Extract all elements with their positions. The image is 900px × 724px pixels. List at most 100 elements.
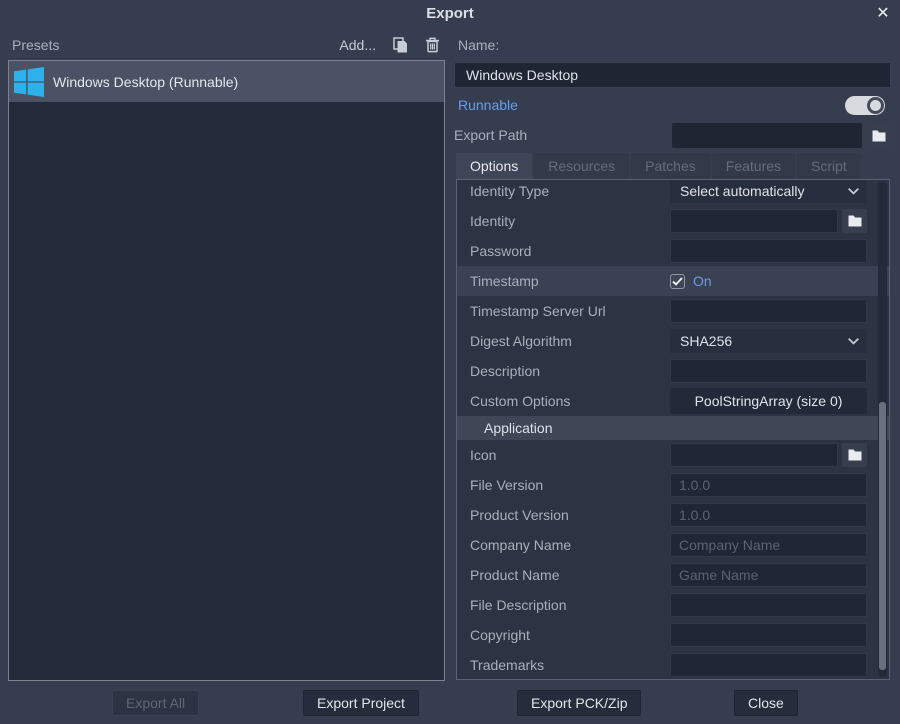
option-row-copyright: Copyright <box>457 620 889 650</box>
option-label: Digest Algorithm <box>470 333 670 349</box>
dialog-title: Export <box>426 0 474 27</box>
option-label: Identity Type <box>470 183 670 199</box>
option-control: Game Name <box>670 563 867 587</box>
option-row-file-version: File Version1.0.0 <box>457 470 889 500</box>
option-control: Select automatically <box>670 179 867 203</box>
runnable-toggle[interactable] <box>845 96 885 115</box>
export-pck-zip-button[interactable]: Export PCK/Zip <box>517 690 641 716</box>
folder-icon <box>848 215 862 227</box>
option-row-company-name: Company NameCompany Name <box>457 530 889 560</box>
option-control: 1.0.0 <box>670 473 867 497</box>
tab-bar: OptionsResourcesPatchesFeaturesScript <box>456 153 861 179</box>
trademarks-input[interactable] <box>670 653 867 677</box>
name-input[interactable]: Windows Desktop <box>454 62 891 88</box>
identity-type-dropdown[interactable]: Select automatically <box>670 179 867 203</box>
company-name-input[interactable]: Company Name <box>670 533 867 557</box>
option-control: PoolStringArray (size 0) <box>670 388 867 414</box>
checkbox-state-label: On <box>693 273 712 289</box>
option-control: On <box>670 273 867 289</box>
export-path-label: Export Path <box>454 127 527 143</box>
password-input[interactable] <box>670 239 867 263</box>
option-row-identity: Identity <box>457 206 889 236</box>
file-version-input[interactable]: 1.0.0 <box>670 473 867 497</box>
folder-icon <box>848 449 862 461</box>
option-control <box>670 299 867 323</box>
tab-features[interactable]: Features <box>712 153 795 179</box>
option-control <box>670 239 867 263</box>
presets-actions: Add... <box>339 37 440 53</box>
presets-list: Windows Desktop (Runnable) <box>8 60 445 681</box>
add-preset-button[interactable]: Add... <box>339 37 376 53</box>
option-label: File Description <box>470 597 670 613</box>
option-label: Password <box>470 243 670 259</box>
tab-script[interactable]: Script <box>797 153 861 179</box>
custom-options-button[interactable]: PoolStringArray (size 0) <box>670 388 867 414</box>
export-path-input[interactable] <box>672 123 862 148</box>
option-row-digest-algorithm: Digest Algorithm SHA256 <box>457 326 889 356</box>
option-control <box>670 359 867 383</box>
titlebar: Export ✕ <box>0 0 900 28</box>
options-panel: Identity Type Select automatically Identit… <box>456 179 890 680</box>
option-label: Description <box>470 363 670 379</box>
copyright-input[interactable] <box>670 623 867 647</box>
export-project-button[interactable]: Export Project <box>303 690 419 716</box>
product-name-input[interactable]: Game Name <box>670 563 867 587</box>
presets-label: Presets <box>12 37 59 53</box>
tab-options[interactable]: Options <box>456 153 532 179</box>
option-label: Timestamp Server Url <box>470 303 670 319</box>
tab-resources[interactable]: Resources <box>534 153 629 179</box>
timestamp-server-url-input[interactable] <box>670 299 867 323</box>
chevron-down-icon <box>848 188 859 195</box>
file-description-input[interactable] <box>670 593 867 617</box>
option-control: SHA256 <box>670 329 867 353</box>
option-row-description: Description <box>457 356 889 386</box>
option-label: File Version <box>470 477 670 493</box>
preset-item-label: Windows Desktop (Runnable) <box>53 74 238 90</box>
export-dialog: Export ✕ Presets Add... Windows Desktop … <box>0 0 900 724</box>
option-row-product-version: Product Version1.0.0 <box>457 500 889 530</box>
product-version-input[interactable]: 1.0.0 <box>670 503 867 527</box>
option-row-timestamp: Timestamp On <box>457 266 889 296</box>
presets-header: Presets Add... <box>12 34 440 56</box>
section-application: Application <box>457 416 889 440</box>
option-control: 1.0.0 <box>670 503 867 527</box>
option-row-product-name: Product NameGame Name <box>457 560 889 590</box>
close-icon[interactable]: ✕ <box>872 0 894 27</box>
toggle-knob <box>867 97 884 114</box>
preset-item-windows-desktop-runnable[interactable]: Windows Desktop (Runnable) <box>9 61 444 102</box>
tab-patches[interactable]: Patches <box>631 153 710 179</box>
option-label: Custom Options <box>470 393 670 409</box>
duplicate-preset-icon[interactable] <box>393 37 408 53</box>
digest-algorithm-dropdown[interactable]: SHA256 <box>670 329 867 353</box>
option-row-custom-options: Custom OptionsPoolStringArray (size 0) <box>457 386 889 416</box>
option-control: Company Name <box>670 533 867 557</box>
option-control <box>670 653 867 677</box>
options-scrollbar[interactable] <box>878 182 887 677</box>
option-row-file-description: File Description <box>457 590 889 620</box>
option-control <box>670 593 867 617</box>
option-control <box>670 443 867 467</box>
folder-icon <box>872 130 886 142</box>
option-label: Trademarks <box>470 657 670 673</box>
dropdown-value: SHA256 <box>680 333 732 349</box>
option-label: Copyright <box>470 627 670 643</box>
identity-folder-button[interactable] <box>842 209 867 233</box>
icon-folder-button[interactable] <box>842 443 867 467</box>
delete-preset-icon[interactable] <box>425 37 440 53</box>
option-label: Identity <box>470 213 670 229</box>
option-label: Application <box>484 420 553 436</box>
description-input[interactable] <box>670 359 867 383</box>
option-label: Product Name <box>470 567 670 583</box>
identity-input[interactable] <box>670 209 838 233</box>
timestamp-checkbox[interactable] <box>670 274 685 289</box>
export-path-folder-button[interactable] <box>866 123 891 148</box>
close-button[interactable]: Close <box>734 690 798 716</box>
icon-input[interactable] <box>670 443 838 467</box>
option-row-icon: Icon <box>457 440 889 470</box>
option-label: Timestamp <box>470 273 670 289</box>
name-label: Name: <box>458 37 499 53</box>
scrollbar-thumb[interactable] <box>879 402 886 670</box>
runnable-label[interactable]: Runnable <box>458 97 518 113</box>
dropdown-value: Select automatically <box>680 183 805 199</box>
option-row-password: Password <box>457 236 889 266</box>
